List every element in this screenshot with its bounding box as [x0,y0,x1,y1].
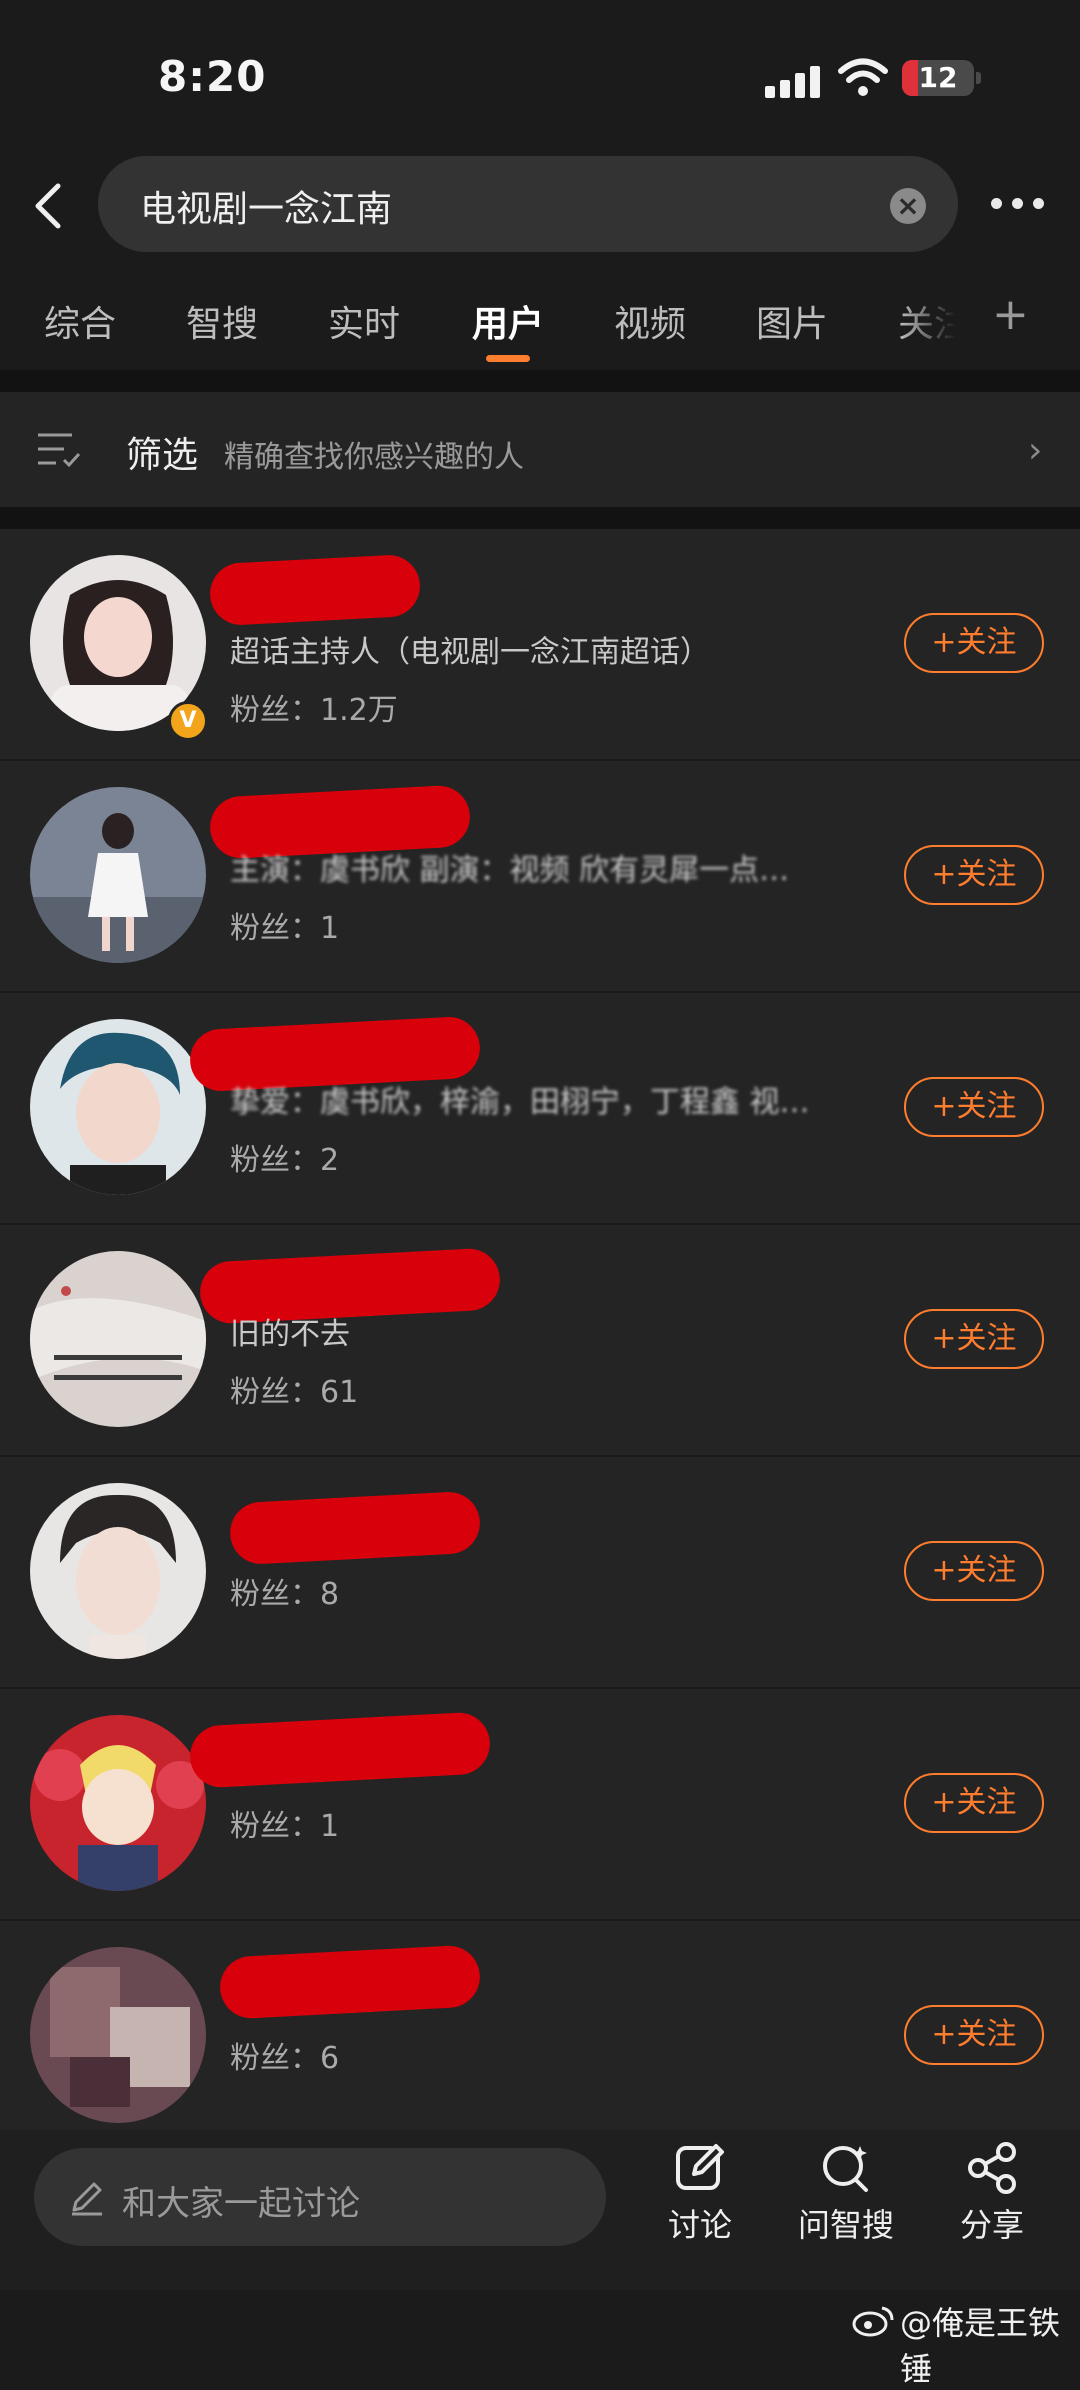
follow-button[interactable]: +关注 [904,1309,1044,1369]
user-row[interactable]: 旧的不去 粉丝：61 +关注 [0,1225,1080,1457]
ask-label: 问智搜 [797,2206,894,2244]
clear-search-icon[interactable]: × [890,188,926,224]
divider [0,370,1080,392]
user-row[interactable]: 粉丝：6 +关注 [0,1921,1080,2153]
discussion-placeholder: 和大家一起讨论 [122,2184,360,2224]
follow-button[interactable]: +关注 [904,845,1044,905]
weibo-logo-icon [852,2306,894,2337]
verified-badge-icon: V [168,701,208,741]
bottom-action-bar: 和大家一起讨论 讨论 问智搜 分享 [0,2130,1080,2290]
user-row[interactable]: 粉丝：1 +关注 [0,1689,1080,1921]
tab-images[interactable]: 图片 [756,295,828,347]
share-icon [968,2142,1016,2194]
fans-count: 粉丝：1.2万 [230,693,398,728]
status-time: 8:20 [158,52,267,101]
compose-icon [676,2144,724,2190]
user-row[interactable]: 挚爱：虞书欣，梓渝，田栩宁，丁程鑫 视… 粉丝：2 +关注 [0,993,1080,1225]
avatar[interactable] [30,1947,206,2123]
user-row[interactable]: 粉丝：8 +关注 [0,1457,1080,1689]
more-options-icon[interactable] [985,188,1055,218]
signal-icon [765,64,821,98]
discussion-input[interactable]: 和大家一起讨论 [34,2148,606,2246]
tab-comprehensive[interactable]: 综合 [44,295,116,347]
filter-title: 筛选 [126,435,199,476]
search-input[interactable]: 电视剧一念江南 × [98,156,958,252]
tab-smart-search[interactable]: 智搜 [186,295,258,347]
avatar[interactable] [30,1483,206,1659]
battery-level: 12 [918,61,958,94]
battery-icon: 12 [902,60,974,96]
redacted-username [188,1711,492,1789]
tab-realtime[interactable]: 实时 [328,295,400,347]
fans-count: 粉丝：61 [230,1375,359,1410]
top-bar: 电视剧一念江南 × [0,150,1080,265]
watermark: @俺是王铁锤 [900,2304,1061,2388]
discuss-button[interactable]: 讨论 [640,2140,760,2246]
search-query: 电视剧一念江南 [140,189,393,230]
fans-count: 粉丝：6 [230,2041,340,2076]
avatar[interactable] [30,1715,206,1891]
fans-count: 粉丝：1 [230,1809,340,1844]
divider [0,507,1080,529]
fans-count: 粉丝：8 [230,1577,340,1612]
tab-users[interactable]: 用户 [472,295,544,347]
tab-videos[interactable]: 视频 [614,295,686,347]
filter-subtitle: 精确查找你感兴趣的人 [224,440,524,475]
user-bio: 挚爱：虞书欣，梓渝，田栩宁，丁程鑫 视… [230,1085,810,1120]
search-tabs: 综合 智搜 实时 用户 视频 图片 关注 + [0,275,1080,375]
filter-bar[interactable]: 筛选 精确查找你感兴趣的人 › [0,392,1080,507]
pencil-icon [72,2182,102,2216]
follow-button[interactable]: +关注 [904,1541,1044,1601]
share-button[interactable]: 分享 [932,2140,1052,2246]
fans-count: 粉丝：2 [230,1143,340,1178]
avatar[interactable] [30,1019,206,1195]
user-row[interactable]: 主演：虞书欣 副演：视频 欣有灵犀一点… 粉丝：1 +关注 [0,761,1080,993]
fans-count: 粉丝：1 [230,911,340,946]
add-tab-icon[interactable]: + [992,289,1029,340]
redacted-username [208,553,422,627]
back-arrow-icon[interactable] [22,176,82,236]
follow-button[interactable]: +关注 [904,613,1044,673]
avatar[interactable] [30,787,206,963]
user-row[interactable]: V 超话主持人（电视剧一念江南超话） 粉丝：1.2万 +关注 [0,529,1080,761]
follow-button[interactable]: +关注 [904,1773,1044,1833]
smart-search-icon [823,2146,868,2192]
status-bar: 8:20 12 [0,0,1080,150]
follow-button[interactable]: +关注 [904,1077,1044,1137]
user-bio: 超话主持人（电视剧一念江南超话） [230,635,710,670]
filter-icon [38,433,81,468]
redacted-username [218,1944,482,2020]
user-bio: 主演：虞书欣 副演：视频 欣有灵犀一点… [230,853,790,888]
chevron-right-icon: › [1028,430,1043,471]
wifi-icon [838,58,888,96]
ask-smart-search-button[interactable]: 问智搜 [786,2140,906,2246]
tab-fade [900,275,980,365]
share-label: 分享 [959,2206,1024,2244]
redacted-username [228,1490,482,1566]
follow-button[interactable]: +关注 [904,2005,1044,2065]
user-bio: 旧的不去 [230,1317,350,1352]
active-tab-indicator [486,355,530,362]
discuss-label: 讨论 [667,2206,732,2244]
battery-tip [976,72,981,84]
avatar[interactable] [30,1251,206,1427]
